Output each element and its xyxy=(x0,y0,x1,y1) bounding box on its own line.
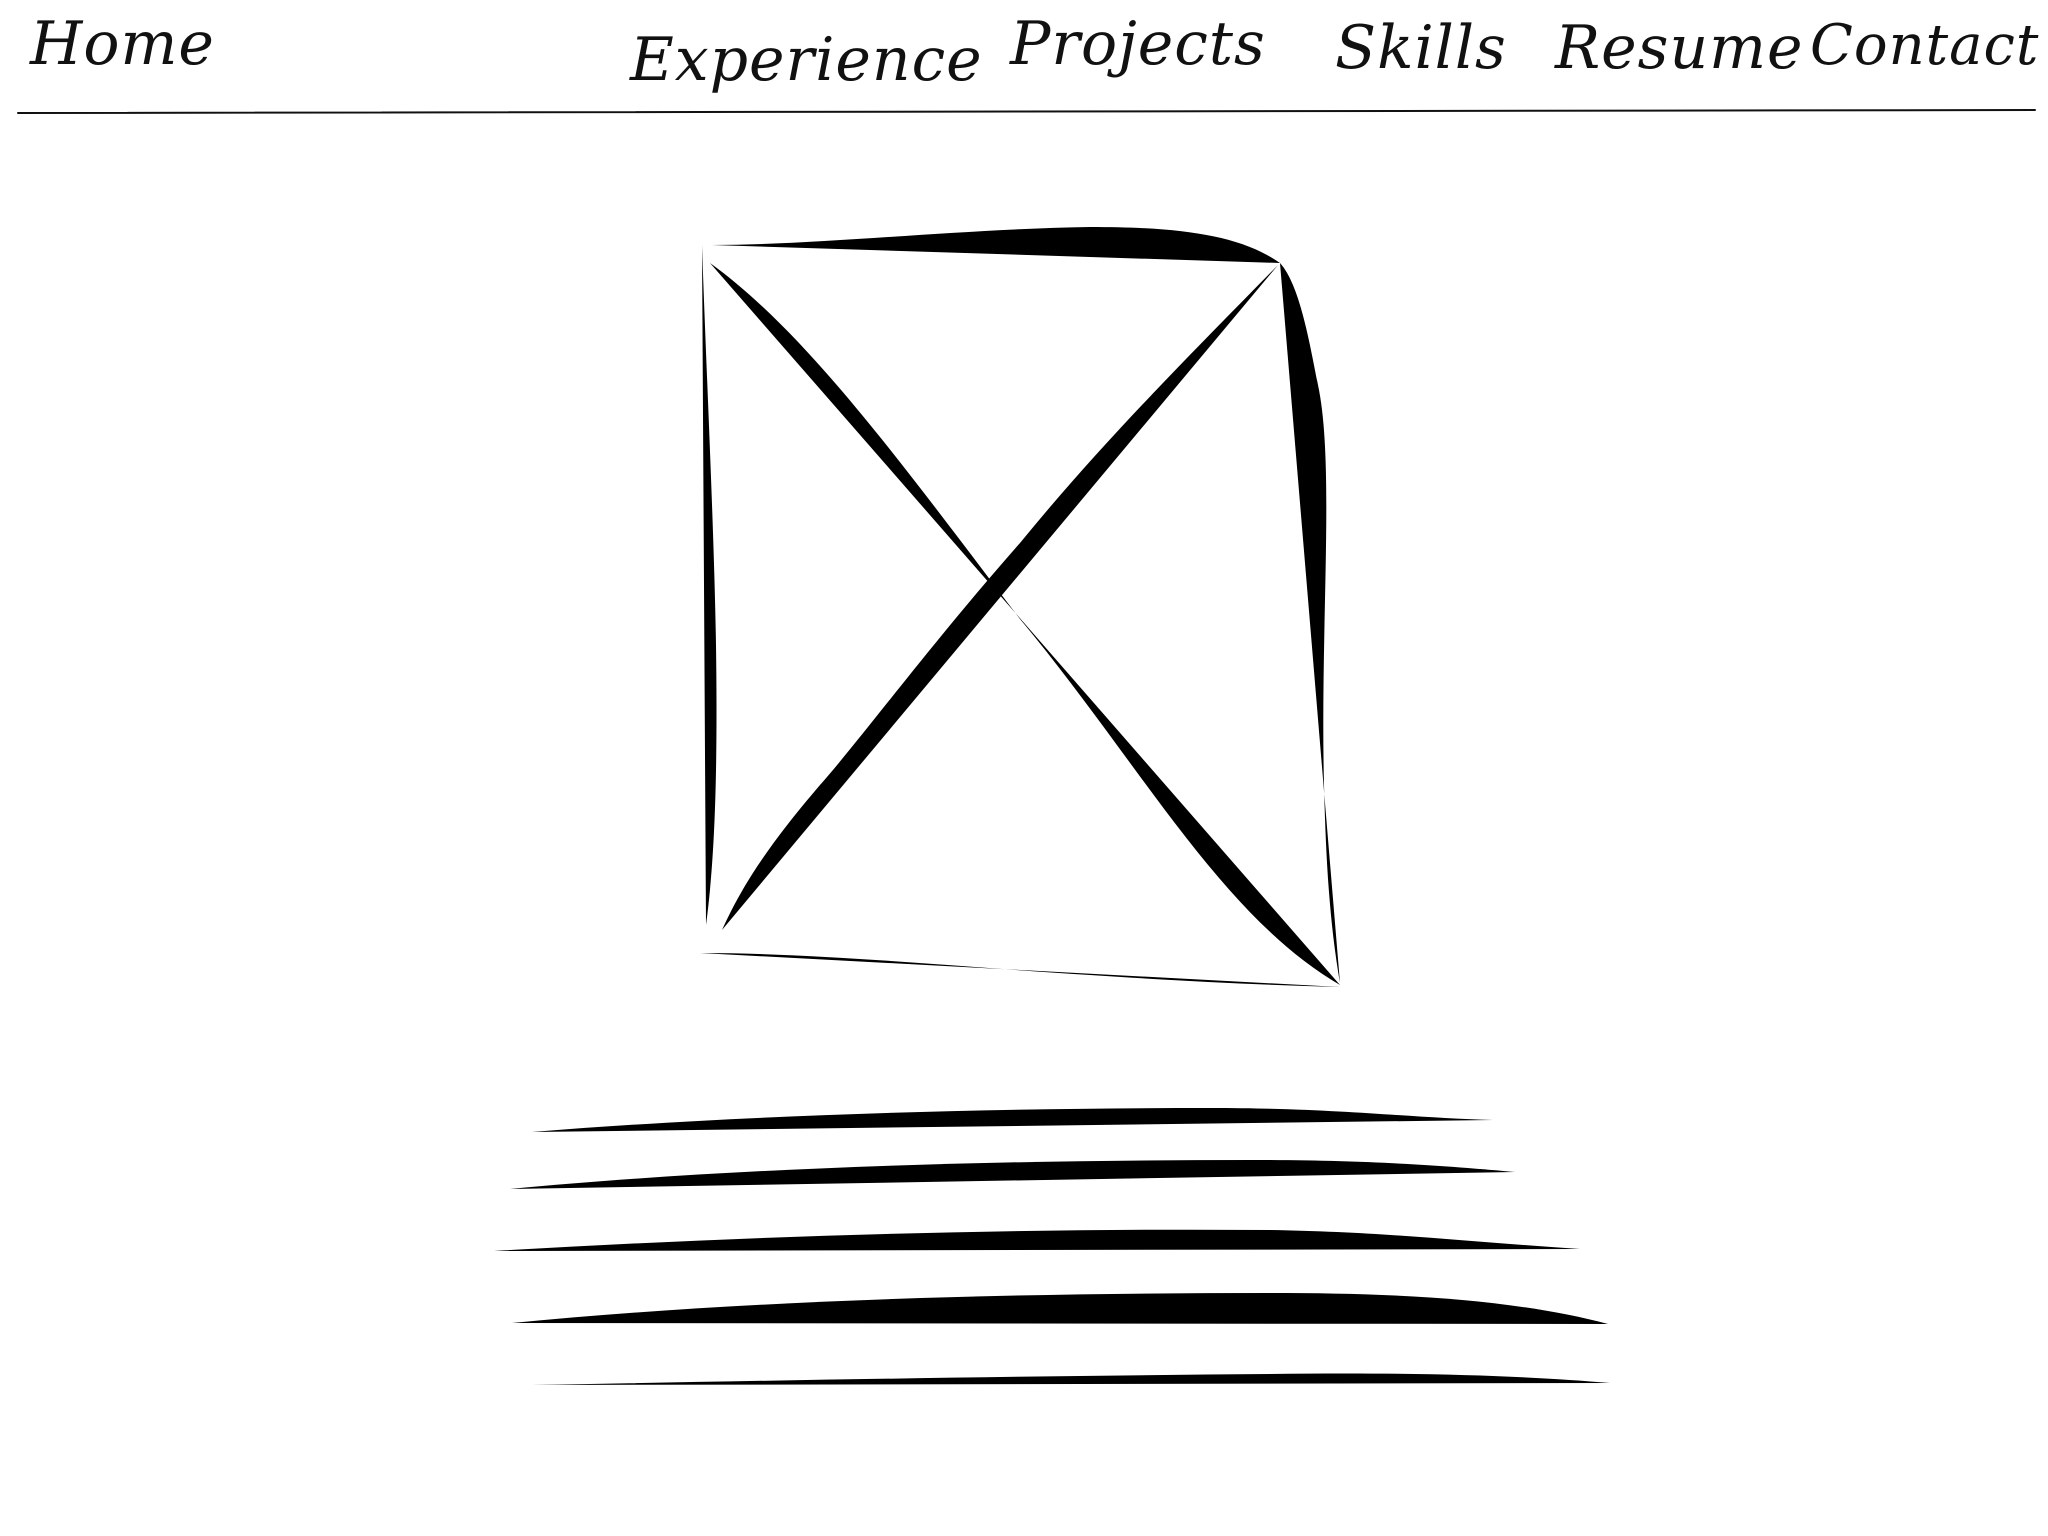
text-line-4 xyxy=(512,1293,1608,1324)
text-paragraph-placeholder xyxy=(494,1108,1610,1385)
image-frame-top xyxy=(712,227,1280,263)
image-placeholder-icon xyxy=(700,227,1340,987)
text-line-2 xyxy=(510,1160,1515,1189)
nav-divider-line xyxy=(17,109,2036,114)
image-frame-left xyxy=(702,245,717,925)
text-line-3 xyxy=(494,1229,1580,1251)
text-line-1 xyxy=(532,1108,1493,1132)
text-line-5 xyxy=(532,1373,1610,1385)
image-frame-right xyxy=(1280,263,1340,983)
image-cross-diagonal-a xyxy=(710,263,1340,985)
image-frame-bottom xyxy=(700,953,1340,987)
